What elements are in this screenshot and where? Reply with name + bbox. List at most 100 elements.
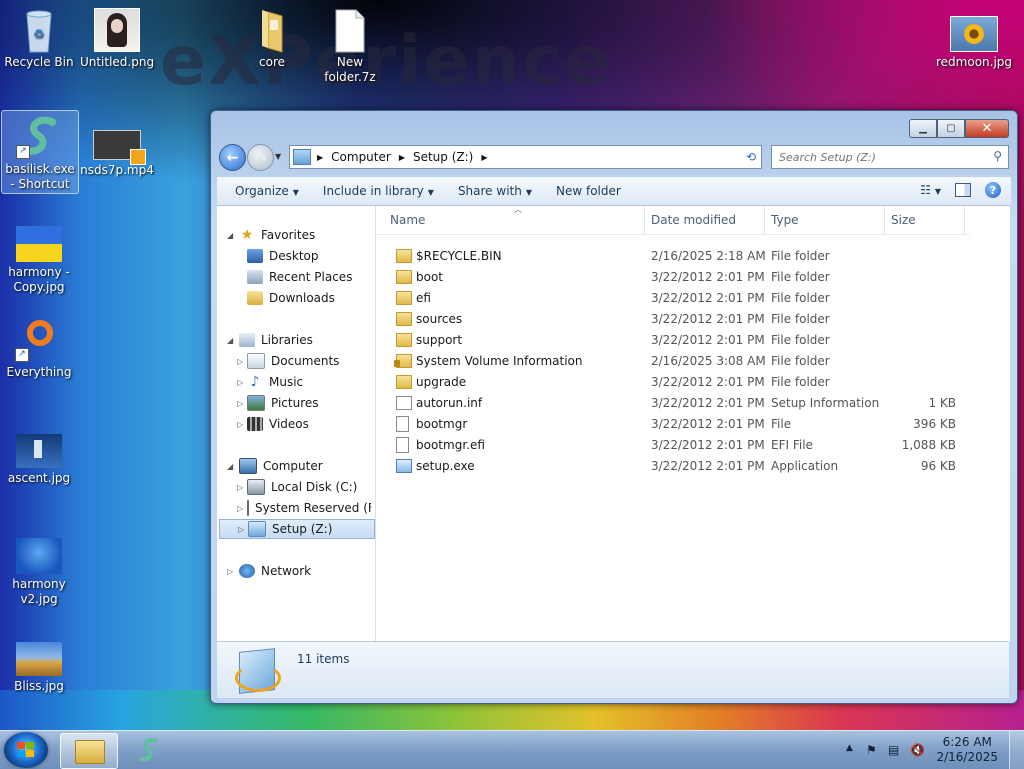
organize-button[interactable]: Organize ▼ xyxy=(223,184,311,198)
file-row[interactable]: sources 3/22/2012 2:01 PM File folder xyxy=(376,309,976,330)
nav-documents[interactable]: ▷ Documents xyxy=(237,352,339,370)
network-status-icon[interactable]: ▤ xyxy=(888,743,899,757)
file-date: 3/22/2012 2:01 PM xyxy=(651,459,765,473)
desktop-icon-basilisk-shortcut[interactable]: ↗ basilisk.exe - Shortcut xyxy=(1,110,79,194)
file-name: support xyxy=(416,333,463,347)
nav-pictures[interactable]: ▷ Pictures xyxy=(237,394,319,412)
collapse-arrow-icon[interactable]: ▷ xyxy=(237,504,243,513)
file-row[interactable]: autorun.inf 3/22/2012 2:01 PM Setup Info… xyxy=(376,393,976,414)
forward-button[interactable]: → xyxy=(247,144,274,171)
preview-pane-button[interactable] xyxy=(955,183,971,197)
file-date: 3/22/2012 2:01 PM xyxy=(651,312,765,326)
show-hidden-icons-button[interactable]: ▲ xyxy=(846,743,853,753)
expand-arrow-icon[interactable]: ◢ xyxy=(227,462,233,471)
file-row[interactable]: $RECYCLE.BIN 2/16/2025 2:18 AM File fold… xyxy=(376,246,976,267)
collapse-arrow-icon[interactable]: ▷ xyxy=(237,378,243,387)
column-header-name[interactable]: Name xyxy=(390,213,425,227)
column-header-date[interactable]: Date modified xyxy=(651,213,736,227)
chevron-down-icon: ▼ xyxy=(525,188,532,197)
taskbar-explorer-button[interactable] xyxy=(60,733,118,769)
nav-system-reserved[interactable]: ▷ System Reserved (F:) xyxy=(237,499,371,517)
collapse-arrow-icon[interactable]: ▷ xyxy=(237,420,243,429)
column-header-type[interactable]: Type xyxy=(771,213,799,227)
file-row[interactable]: bootmgr.efi 3/22/2012 2:01 PM EFI File 1… xyxy=(376,435,976,456)
nav-music[interactable]: ▷ ♪ Music xyxy=(237,373,303,391)
include-in-library-button[interactable]: Include in library ▼ xyxy=(311,184,446,198)
taskbar-basilisk-button[interactable] xyxy=(122,733,178,767)
search-input[interactable] xyxy=(777,147,981,167)
expand-arrow-icon[interactable]: ◢ xyxy=(227,336,233,345)
clock[interactable]: 6:26 AM 2/16/2025 xyxy=(936,735,998,765)
nav-setup-z[interactable]: ▷ Setup (Z:) xyxy=(219,519,375,539)
expand-arrow-icon[interactable]: ◢ xyxy=(227,231,233,240)
nav-favorites[interactable]: ◢ ★ Favorites xyxy=(227,226,315,244)
nav-local-disk-c[interactable]: ▷ Local Disk (C:) xyxy=(237,478,357,496)
volume-muted-icon[interactable]: 🔇 xyxy=(910,743,925,757)
chevron-down-icon: ▼ xyxy=(427,188,434,197)
desktop-icon-untitled-png[interactable]: Untitled.png xyxy=(79,8,155,70)
file-size: 96 KB xyxy=(920,459,956,473)
breadcrumb-computer[interactable]: Computer xyxy=(331,150,391,164)
clock-date: 2/16/2025 xyxy=(936,750,998,764)
file-row[interactable]: setup.exe 3/22/2012 2:01 PM Application … xyxy=(376,456,976,477)
new-folder-button[interactable]: New folder xyxy=(544,184,633,198)
basilisk-icon: ↗ xyxy=(16,115,64,159)
chevron-right-icon[interactable]: ▶ xyxy=(317,153,323,162)
file-date: 3/22/2012 2:01 PM xyxy=(651,333,765,347)
desktop-icon-redmoon-jpg[interactable]: redmoon.jpg xyxy=(936,8,1012,70)
chevron-right-icon[interactable]: ▶ xyxy=(481,153,487,162)
share-with-button[interactable]: Share with ▼ xyxy=(446,184,544,198)
nav-desktop[interactable]: Desktop xyxy=(247,247,319,265)
recent-pages-dropdown[interactable]: ▼ xyxy=(275,152,281,161)
file-row[interactable]: support 3/22/2012 2:01 PM File folder xyxy=(376,330,976,351)
file-row[interactable]: boot 3/22/2012 2:01 PM File folder xyxy=(376,267,976,288)
desktop-icon-core[interactable]: core xyxy=(234,8,310,70)
collapse-arrow-icon[interactable]: ▷ xyxy=(237,483,243,492)
windows-logo-icon xyxy=(17,742,35,758)
desktop-icon-nsds7p-mp4[interactable]: nsds7p.mp4 xyxy=(79,124,155,178)
desktop-icon-label: core xyxy=(259,55,285,69)
desktop-icon-everything[interactable]: ↗ Everything xyxy=(1,318,77,380)
nav-recent-places[interactable]: Recent Places xyxy=(247,268,352,286)
start-button[interactable] xyxy=(4,732,48,768)
nav-computer[interactable]: ◢ Computer xyxy=(227,457,323,475)
collapse-arrow-icon[interactable]: ▷ xyxy=(238,525,244,534)
breadcrumb-setup[interactable]: Setup (Z:) xyxy=(413,150,473,164)
nav-videos[interactable]: ▷ Videos xyxy=(237,415,309,433)
file-date: 3/22/2012 2:01 PM xyxy=(651,291,765,305)
music-icon: ♪ xyxy=(250,374,260,390)
desktop-icon-ascent-jpg[interactable]: ascent.jpg xyxy=(1,430,77,486)
address-bar[interactable]: ▶ Computer ▶ Setup (Z:) ▶ ▼ xyxy=(289,145,759,169)
maximize-button[interactable]: ▢ xyxy=(937,119,965,138)
nav-network[interactable]: ▷ Network xyxy=(227,562,311,580)
desktop-icon-bliss-jpg[interactable]: Bliss.jpg xyxy=(1,638,77,694)
help-button[interactable]: ? xyxy=(985,182,1001,198)
nav-downloads[interactable]: Downloads xyxy=(247,289,335,307)
refresh-button[interactable]: ⟲ xyxy=(741,145,762,169)
chevron-right-icon[interactable]: ▶ xyxy=(399,153,405,162)
minimize-button[interactable]: ▁ xyxy=(909,119,937,138)
back-button[interactable]: ← xyxy=(219,144,246,171)
file-row[interactable]: upgrade 3/22/2012 2:01 PM File folder xyxy=(376,372,976,393)
desktop-icon-recycle-bin[interactable]: ♻ Recycle Bin xyxy=(1,8,77,70)
hard-drive-icon xyxy=(247,500,249,516)
column-header-size[interactable]: Size xyxy=(891,213,916,227)
close-button[interactable]: ✕ xyxy=(965,119,1009,138)
desktop-icon-new-folder-7z[interactable]: New folder.7z xyxy=(312,8,388,85)
file-row[interactable]: bootmgr 3/22/2012 2:01 PM File 396 KB xyxy=(376,414,976,435)
video-thumbnail-icon xyxy=(93,130,146,165)
show-desktop-button[interactable] xyxy=(1009,731,1024,769)
action-center-flag-icon[interactable]: ⚑ xyxy=(866,743,877,757)
search-box[interactable]: ⚲ xyxy=(771,145,1009,169)
desktop-icon-harmony-copy-jpg[interactable]: harmony - Copy.jpg xyxy=(1,222,77,295)
file-row[interactable]: System Volume Information 2/16/2025 3:08… xyxy=(376,351,976,372)
nav-libraries[interactable]: ◢ Libraries xyxy=(227,331,313,349)
view-options-button[interactable]: ☷ ▼ xyxy=(920,183,941,197)
collapse-arrow-icon[interactable]: ▷ xyxy=(237,399,243,408)
file-type: File folder xyxy=(771,291,830,305)
collapse-arrow-icon[interactable]: ▷ xyxy=(227,567,233,576)
file-row[interactable]: efi 3/22/2012 2:01 PM File folder xyxy=(376,288,976,309)
desktop-icon-harmony-v2-jpg[interactable]: harmony v2.jpg xyxy=(1,534,77,607)
collapse-arrow-icon[interactable]: ▷ xyxy=(237,357,243,366)
search-icon[interactable]: ⚲ xyxy=(993,149,1002,163)
